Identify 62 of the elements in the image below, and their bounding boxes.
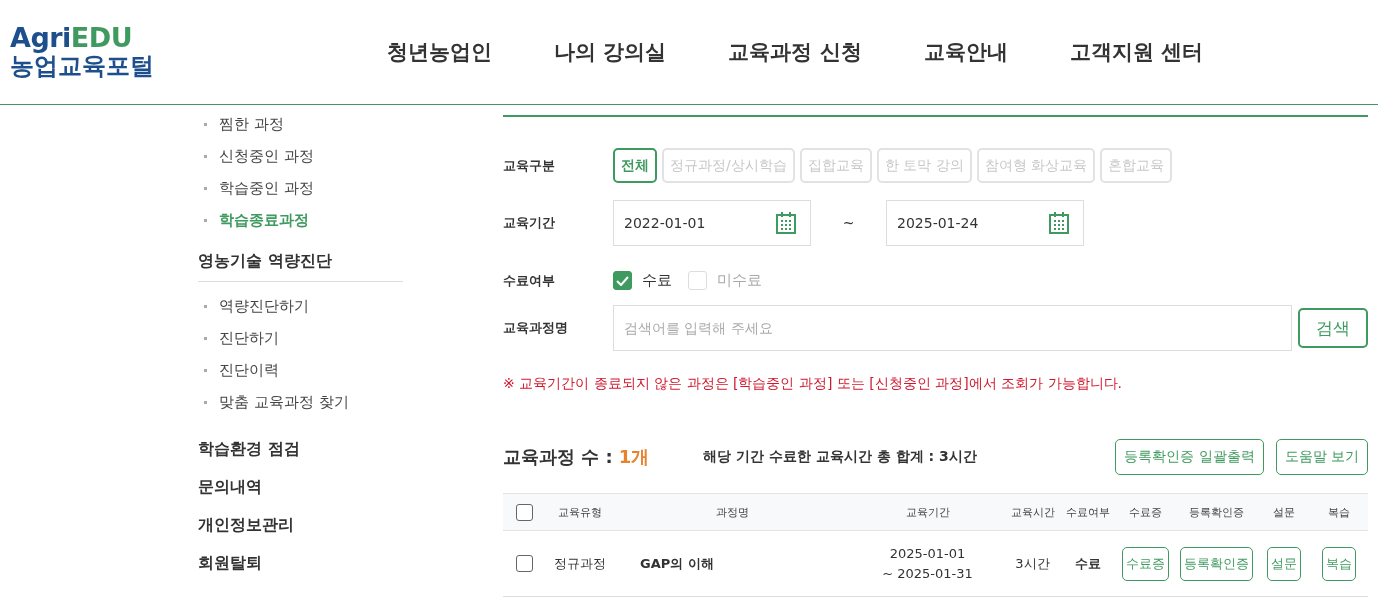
checkbox-label: 수료 <box>642 271 672 290</box>
row-action-button[interactable]: 수료증 <box>1121 546 1169 581</box>
column-header: 수료여부 <box>1060 493 1115 531</box>
filter-label: 교육과정명 <box>503 319 569 337</box>
column-header: 설문 <box>1258 493 1310 531</box>
column-header: 수료증 <box>1115 493 1175 531</box>
nav-item[interactable]: 고객지원 센터 <box>1069 38 1203 66</box>
sidebar-link[interactable]: 개인정보관리 <box>198 506 403 544</box>
range-separator: ~ <box>841 215 856 231</box>
logo-text[interactable]: AgriEDU <box>10 22 380 53</box>
sidebar-item[interactable]: 역량진단하기 <box>198 290 403 322</box>
sidebar-heading: 영농기술 역량진단 <box>198 242 403 282</box>
search-button[interactable]: 검색 <box>1298 308 1368 348</box>
filter-label: 수료여부 <box>503 271 556 290</box>
calendar-icon[interactable] <box>1049 212 1069 234</box>
sidebar-link[interactable]: 문의내역 <box>198 468 403 506</box>
calendar-icon[interactable] <box>776 212 796 234</box>
row-checkbox[interactable] <box>515 555 533 572</box>
sidebar-item[interactable]: 학습종료과정 <box>198 204 403 236</box>
course-count-label: 교육과정 수 : <box>503 445 613 469</box>
search-field[interactable]: 검색어를 입력해 주세요 <box>613 305 1292 351</box>
table-cell: 정규과정 <box>554 554 606 573</box>
filter-label: 교육구분 <box>503 156 556 175</box>
nav-item[interactable]: 교육안내 <box>923 38 1008 66</box>
category-chip[interactable]: 전체 <box>613 148 657 183</box>
column-header: 교육시간 <box>1005 493 1060 531</box>
total-hours-text: 해당 기간 수료한 교육시간 총 합계 : 3시간 <box>703 448 978 466</box>
action-button[interactable]: 도움말 보기 <box>1275 439 1368 475</box>
sidebar-link[interactable]: 학습환경 점검 <box>198 430 403 468</box>
nav-item[interactable]: 나의 강의실 <box>554 38 667 66</box>
select-all-checkbox[interactable] <box>515 503 533 521</box>
action-button[interactable]: 등록확인증 일괄출력 <box>1115 439 1264 475</box>
check-icon <box>616 275 629 286</box>
course-title: GAP의 이해 <box>640 554 714 573</box>
table-cell: 수료 <box>1074 554 1101 573</box>
logo-subtitle[interactable]: 농업교육포털 <box>10 52 380 82</box>
sidebar-link[interactable]: 회원탈퇴 <box>198 544 403 582</box>
nav-item[interactable]: 교육과정 신청 <box>728 38 862 66</box>
sidebar-item[interactable]: 학습중인 과정 <box>198 172 403 204</box>
row-action-button[interactable]: 복습 <box>1322 546 1356 581</box>
column-header: 교육유형 <box>545 493 615 531</box>
table-cell: 3시간 <box>1015 554 1050 573</box>
sidebar-item[interactable]: 진단이력 <box>198 354 403 386</box>
nav-item[interactable]: 청년농업인 <box>387 38 492 66</box>
column-header: 등록확인증 <box>1175 493 1258 531</box>
sidebar-item[interactable]: 신청중인 과정 <box>198 140 403 172</box>
checkbox-label: 미수료 <box>717 271 762 290</box>
filter-label: 교육기간 <box>503 214 556 232</box>
column-header: 교육기간 <box>850 493 1005 531</box>
checkbox[interactable] <box>613 271 632 290</box>
end-date-field[interactable]: 2025-01-24 <box>886 200 1084 246</box>
row-action-button[interactable]: 등록확인증 <box>1180 546 1253 581</box>
row-action-button[interactable]: 설문 <box>1267 546 1301 581</box>
sidebar-item[interactable]: 찜한 과정 <box>198 108 403 140</box>
column-header: 과정명 <box>615 493 850 531</box>
sidebar-item[interactable]: 맞춤 교육과정 찾기 <box>198 386 403 418</box>
period-cell-text: 2025-01-01 ~ 2025-01-31 <box>882 545 973 583</box>
column-header: 복습 <box>1310 493 1368 531</box>
start-date-field[interactable]: 2022-01-01 <box>613 200 811 246</box>
notice-text: ※ 교육기간이 종료되지 않은 과정은 [학습중인 과정] 또는 [신청중인 과정]에서 조회가 가능합니다. <box>503 375 1123 393</box>
sidebar-item[interactable]: 진단하기 <box>198 322 403 354</box>
course-count: 1개 <box>618 445 650 469</box>
